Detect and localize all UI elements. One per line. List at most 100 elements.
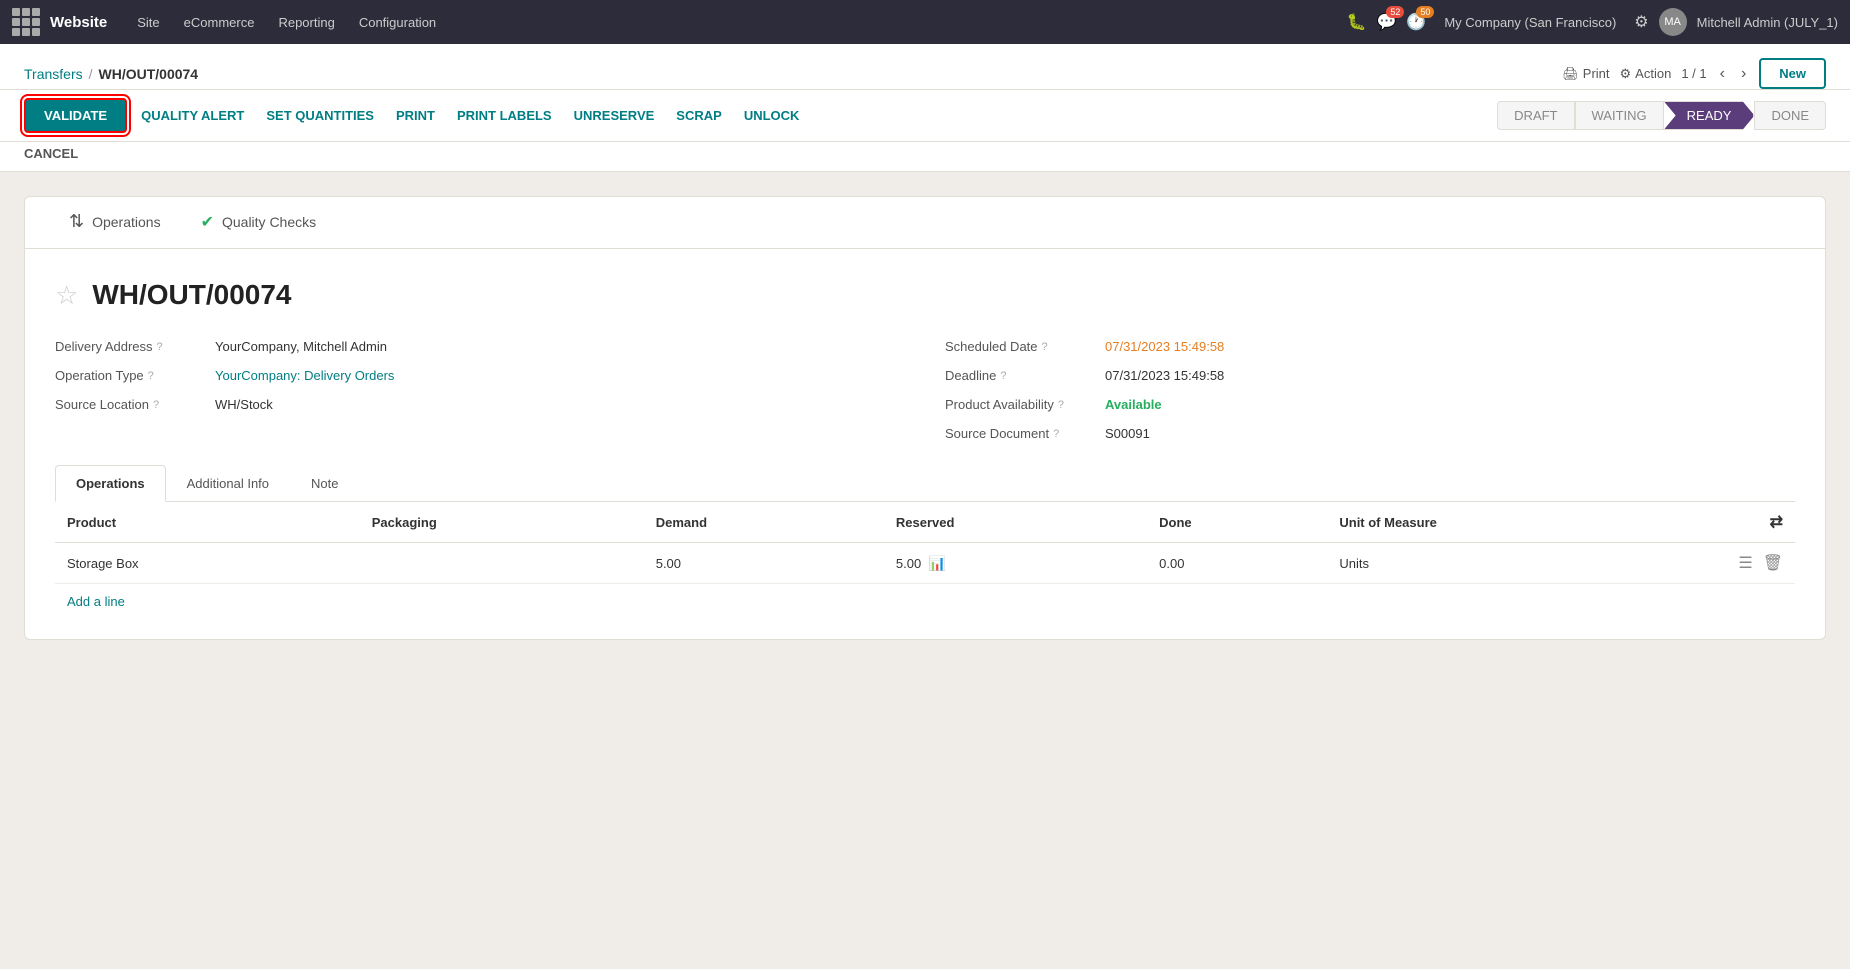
product-availability-value: Available: [1105, 397, 1162, 412]
help-icon[interactable]: ?: [1000, 370, 1006, 382]
source-document-field: Source Document ? S00091: [945, 426, 1795, 441]
tab-note[interactable]: Note: [290, 465, 359, 502]
print-labels-button[interactable]: PRINT LABELS: [449, 104, 560, 127]
status-waiting: WAITING: [1575, 101, 1664, 130]
form-title-row: ☆ WH/OUT/00074: [55, 279, 1795, 311]
detail-tabs: Operations Additional Info Note: [55, 465, 1795, 502]
apps-icon[interactable]: [12, 8, 40, 36]
avatar[interactable]: MA: [1659, 8, 1687, 36]
status-done: DONE: [1754, 101, 1826, 130]
deadline-label: Deadline ?: [945, 368, 1095, 383]
nav-reporting[interactable]: Reporting: [268, 11, 344, 34]
delivery-address-label: Delivery Address ?: [55, 339, 205, 354]
breadcrumb-bar: Transfers / WH/OUT/00074 🖨 Print ⚙ Actio…: [0, 44, 1850, 90]
add-line-link[interactable]: Add a line: [55, 584, 137, 619]
breadcrumb: Transfers / WH/OUT/00074: [24, 66, 1562, 82]
card-tab-quality-checks[interactable]: ✔ Quality Checks: [181, 197, 337, 248]
operation-type-value[interactable]: YourCompany: Delivery Orders: [215, 368, 394, 383]
status-ready: READY: [1664, 101, 1755, 130]
activity-icon[interactable]: 🕐 50: [1406, 12, 1426, 32]
delivery-address-value: YourCompany, Mitchell Admin: [215, 339, 387, 354]
check-icon: ✔: [201, 212, 214, 232]
help-icon[interactable]: ?: [153, 399, 159, 411]
bug-icon[interactable]: 🐛: [1347, 12, 1367, 32]
row-actions: ☰ 🗑: [1727, 553, 1783, 573]
favorite-star[interactable]: ☆: [55, 280, 78, 311]
action-label: Action: [1635, 66, 1671, 81]
col-product: Product: [55, 502, 360, 543]
tab-operations[interactable]: Operations: [55, 465, 166, 502]
action-bar: VALIDATE QUALITY ALERT SET QUANTITIES PR…: [0, 90, 1850, 142]
card-tabs: ⇅ Operations ✔ Quality Checks: [25, 197, 1825, 249]
operation-type-label: Operation Type ?: [55, 368, 205, 383]
source-document-value: S00091: [1105, 426, 1150, 441]
settings-icon[interactable]: ⚙: [1634, 12, 1648, 32]
icon-area: 🐛 💬 52 🕐 50 My Company (San Francisco) ⚙…: [1347, 8, 1838, 36]
form-body: ☆ WH/OUT/00074 Delivery Address ? YourCo…: [25, 249, 1825, 639]
brand-name[interactable]: Website: [50, 14, 107, 31]
deadline-value: 07/31/2023 15:49:58: [1105, 368, 1224, 383]
print-label: Print: [1583, 66, 1610, 81]
set-quantities-button[interactable]: SET QUANTITIES: [258, 104, 382, 127]
cell-done: 0.00: [1147, 543, 1327, 584]
product-availability-field: Product Availability ? Available: [945, 397, 1795, 412]
deadline-field: Deadline ? 07/31/2023 15:49:58: [945, 368, 1795, 383]
unreserve-button[interactable]: UNRESERVE: [566, 104, 663, 127]
printer-icon: 🖨: [1562, 66, 1579, 82]
print-button[interactable]: 🖨 Print: [1562, 66, 1609, 82]
help-icon[interactable]: ?: [148, 370, 154, 382]
next-arrow[interactable]: ›: [1738, 65, 1749, 83]
help-icon[interactable]: ?: [1042, 341, 1048, 353]
delete-icon[interactable]: 🗑: [1763, 553, 1783, 573]
help-icon[interactable]: ?: [1053, 428, 1059, 440]
pagination: 1 / 1: [1681, 66, 1706, 81]
validate-button[interactable]: VALIDATE: [24, 98, 127, 133]
breadcrumb-parent[interactable]: Transfers: [24, 66, 83, 82]
cell-actions: ☰ 🗑: [1715, 543, 1795, 584]
source-location-field: Source Location ? WH/Stock: [55, 397, 905, 412]
new-button[interactable]: New: [1759, 58, 1826, 89]
form-title: WH/OUT/00074: [92, 279, 291, 311]
breadcrumb-current: WH/OUT/00074: [99, 66, 199, 82]
form-fields: Delivery Address ? YourCompany, Mitchell…: [55, 339, 1795, 455]
detail-icon[interactable]: ☰: [1738, 553, 1752, 573]
col-reserved: Reserved: [884, 502, 1147, 543]
card-tab-quality-label: Quality Checks: [222, 214, 316, 230]
scheduled-date-field: Scheduled Date ? 07/31/2023 15:49:58: [945, 339, 1795, 354]
user-name: Mitchell Admin (JULY_1): [1697, 15, 1838, 30]
nav-configuration[interactable]: Configuration: [349, 11, 446, 34]
columns-icon[interactable]: ⇄: [1770, 514, 1783, 531]
cell-uom: Units: [1327, 543, 1715, 584]
cell-demand: 5.00: [644, 543, 884, 584]
source-document-label: Source Document ?: [945, 426, 1095, 441]
help-icon[interactable]: ?: [157, 341, 163, 353]
main-card: ⇅ Operations ✔ Quality Checks ☆ WH/OUT/0…: [24, 196, 1826, 640]
cancel-button[interactable]: CANCEL: [24, 146, 78, 161]
scheduled-date-value: 07/31/2023 15:49:58: [1105, 339, 1224, 354]
cell-product: Storage Box: [55, 543, 360, 584]
quality-alert-button[interactable]: QUALITY ALERT: [133, 104, 252, 127]
nav-ecommerce[interactable]: eCommerce: [174, 11, 265, 34]
delivery-address-field: Delivery Address ? YourCompany, Mitchell…: [55, 339, 905, 354]
action-button[interactable]: ⚙ Action: [1620, 66, 1672, 82]
help-icon[interactable]: ?: [1058, 399, 1064, 411]
source-location-label: Source Location ?: [55, 397, 205, 412]
product-availability-label: Product Availability ?: [945, 397, 1095, 412]
prev-arrow[interactable]: ‹: [1717, 65, 1728, 83]
col-done: Done: [1147, 502, 1327, 543]
status-draft: DRAFT: [1497, 101, 1574, 130]
table-row: Storage Box 5.00 5.00 📊 0.00 Units ☰: [55, 543, 1795, 584]
forecast-icon[interactable]: 📊: [929, 555, 946, 571]
messages-badge: 52: [1386, 6, 1404, 18]
operations-table: Product Packaging Demand Reserved Done U…: [55, 502, 1795, 584]
operation-type-field: Operation Type ? YourCompany: Delivery O…: [55, 368, 905, 383]
scrap-button[interactable]: SCRAP: [668, 104, 730, 127]
unlock-button[interactable]: UNLOCK: [736, 104, 808, 127]
messages-icon[interactable]: 💬 52: [1376, 12, 1396, 32]
nav-site[interactable]: Site: [127, 11, 169, 34]
print-button[interactable]: PRINT: [388, 104, 443, 127]
fields-right: Scheduled Date ? 07/31/2023 15:49:58 Dea…: [945, 339, 1795, 455]
card-tab-operations[interactable]: ⇅ Operations: [49, 197, 181, 248]
tab-additional-info[interactable]: Additional Info: [166, 465, 290, 502]
top-navigation: Website Site eCommerce Reporting Configu…: [0, 0, 1850, 44]
